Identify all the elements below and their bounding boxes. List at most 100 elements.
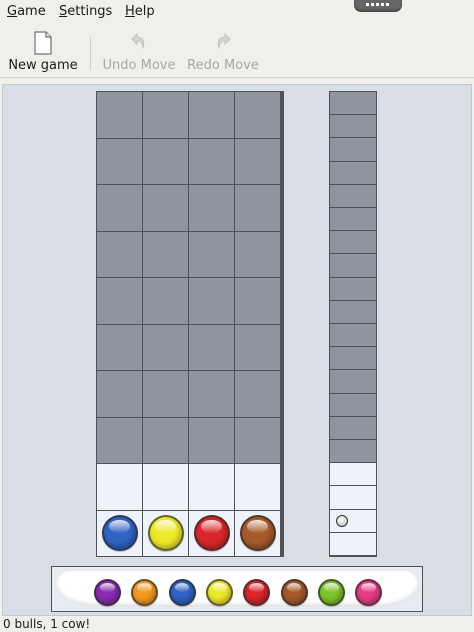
palette-peg-pink[interactable] — [355, 579, 383, 606]
guess-cell[interactable] — [235, 510, 280, 556]
score-cell — [330, 254, 353, 277]
guess-cell[interactable] — [189, 510, 234, 556]
guess-cell[interactable] — [97, 510, 142, 556]
score-cell — [353, 532, 376, 556]
menu-help-mnemonic: H — [125, 4, 135, 19]
guess-peg-blue[interactable] — [101, 515, 138, 552]
score-cell — [330, 138, 353, 161]
score-cell — [353, 393, 376, 416]
guess-cell — [189, 231, 234, 277]
score-cell — [353, 184, 376, 208]
guess-cell — [97, 417, 142, 463]
guess-cell — [143, 464, 188, 510]
score-cell — [330, 324, 353, 347]
score-cell — [353, 92, 376, 115]
palette-peg-purple[interactable] — [94, 579, 121, 606]
guess-cell — [97, 185, 142, 231]
score-cell — [353, 370, 376, 393]
status-indicator-pill — [354, 0, 402, 12]
new-document-icon — [34, 31, 52, 55]
menu-help[interactable]: Help — [125, 4, 155, 19]
menu-game-mnemonic: G — [7, 4, 18, 19]
guess-cell — [189, 417, 234, 463]
guess-cell — [97, 324, 142, 370]
guess-cell — [97, 464, 142, 510]
undo-move-button[interactable]: Undo Move — [100, 24, 178, 77]
score-cell — [353, 231, 376, 254]
guess-cell — [235, 185, 280, 231]
guess-peg-brown[interactable] — [239, 515, 276, 552]
redo-icon — [217, 32, 231, 49]
status-text: 0 bulls, 1 cow! — [3, 617, 91, 631]
score-cell — [330, 92, 353, 115]
guess-cell — [189, 278, 234, 324]
menu-game[interactable]: Game — [7, 4, 46, 19]
score-cell — [330, 509, 353, 532]
score-cell — [330, 115, 353, 138]
menu-help-label: elp — [134, 4, 155, 19]
guess-cell — [235, 138, 280, 184]
guess-cell — [143, 92, 188, 138]
score-cell — [330, 532, 353, 556]
guess-cell — [143, 371, 188, 417]
guess-peg-yellow[interactable] — [147, 515, 184, 552]
guess-cell — [189, 464, 234, 510]
guess-peg-red[interactable] — [193, 515, 230, 552]
new-game-label: New game — [8, 58, 78, 73]
guess-cell — [189, 92, 234, 138]
menu-game-label: ame — [17, 4, 46, 19]
palette-peg-red[interactable] — [243, 579, 271, 606]
menu-settings[interactable]: Settings — [59, 4, 112, 19]
guess-cell — [189, 138, 234, 184]
guess-cell — [97, 231, 142, 277]
guess-cell — [97, 138, 142, 184]
guess-cell — [235, 464, 280, 510]
score-cell — [353, 138, 376, 161]
guess-cell — [143, 417, 188, 463]
score-cell — [353, 416, 376, 440]
statusbar: 0 bulls, 1 cow! — [0, 616, 474, 632]
score-cell — [353, 161, 376, 184]
score-cell — [330, 300, 353, 324]
guess-cell — [143, 138, 188, 184]
toolbar-separator — [90, 36, 91, 70]
guess-cell — [189, 185, 234, 231]
score-cell — [353, 208, 376, 231]
guess-cell — [143, 185, 188, 231]
palette-peg-brown[interactable] — [280, 579, 308, 606]
score-cell — [353, 486, 376, 509]
score-cell — [330, 231, 353, 254]
score-cell — [330, 463, 353, 486]
score-cell — [353, 324, 376, 347]
score-cell — [330, 370, 353, 393]
palette-peg-blue[interactable] — [168, 579, 196, 606]
palette-peg-orange[interactable] — [131, 579, 159, 606]
palette-peg-green[interactable] — [317, 579, 345, 606]
score-cell — [330, 440, 353, 463]
score-cell — [353, 509, 376, 532]
guess-cell — [235, 231, 280, 277]
score-cell — [353, 115, 376, 138]
score-cell — [353, 463, 376, 486]
redo-move-label: Redo Move — [187, 58, 259, 73]
score-cell — [330, 161, 353, 184]
score-cell — [353, 254, 376, 277]
score-cell — [330, 416, 353, 440]
palette-peg-yellow[interactable] — [205, 579, 233, 606]
guess-cell — [143, 324, 188, 370]
cow-score-peg — [336, 514, 349, 527]
guess-cell — [143, 278, 188, 324]
guess-cell — [97, 371, 142, 417]
toolbar: New game Undo Move Redo Move — [0, 24, 474, 78]
guess-cell — [97, 278, 142, 324]
guess-grid — [96, 91, 284, 557]
guess-cell[interactable] — [143, 510, 188, 556]
menu-settings-label: ettings — [67, 4, 113, 19]
score-cell — [353, 440, 376, 463]
score-cell — [330, 277, 353, 300]
color-palette — [51, 566, 423, 612]
guess-cell — [235, 92, 280, 138]
redo-move-button[interactable]: Redo Move — [184, 24, 262, 77]
menubar: Game Settings Help — [0, 0, 474, 24]
new-game-button[interactable]: New game — [4, 24, 82, 77]
